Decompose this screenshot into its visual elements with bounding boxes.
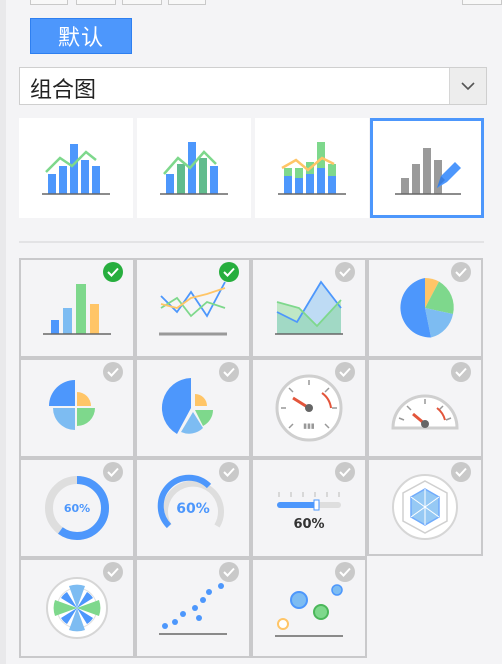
chart-type-line[interactable] — [135, 258, 251, 358]
check-icon — [219, 262, 239, 282]
check-icon — [219, 562, 239, 582]
custom-combo-edit-icon — [395, 148, 461, 195]
chart-type-polar[interactable] — [19, 558, 135, 658]
check-icon — [103, 262, 123, 282]
chart-type-select[interactable]: 组合图 — [19, 67, 487, 105]
default-button[interactable]: 默认 — [30, 18, 132, 54]
check-icon — [335, 262, 355, 282]
chart-type-pie[interactable] — [367, 258, 483, 358]
check-icon — [335, 562, 355, 582]
arc-progress-label: 60% — [176, 501, 210, 517]
check-icon — [451, 362, 471, 382]
chart-type-bar[interactable] — [19, 258, 135, 358]
toolbar-fragment[interactable] — [168, 0, 206, 5]
chart-type-rose[interactable] — [19, 358, 135, 458]
subtype-stacked-bar-line-combo[interactable] — [137, 118, 251, 218]
bar-line-combo-icon — [42, 144, 110, 195]
arc-progress-icon: 60% — [157, 474, 224, 529]
check-icon — [103, 562, 123, 582]
slider-progress-icon: 60% — [277, 492, 341, 532]
stacked-bar-line-combo-icon — [160, 142, 228, 195]
check-icon — [335, 362, 355, 382]
top-toolbar-fragments — [0, 0, 502, 6]
pie-chart-icon — [400, 278, 454, 338]
combo-subtype-row — [19, 118, 487, 218]
check-icon — [103, 362, 123, 382]
chart-type-select-value: 组合图 — [30, 78, 97, 103]
bar-chart-icon — [43, 284, 111, 335]
chart-type-bubble[interactable] — [251, 558, 367, 658]
ring-progress-icon: 60% — [45, 476, 109, 540]
subtype-stacked-multi-bar-line-combo[interactable] — [255, 118, 369, 218]
check-icon — [103, 462, 123, 482]
check-icon — [219, 362, 239, 382]
left-edge — [0, 0, 6, 664]
stacked-multi-bar-line-combo-icon — [278, 142, 346, 195]
chart-type-rose-exploded[interactable] — [135, 358, 251, 458]
check-icon — [219, 462, 239, 482]
polar-chart-icon — [46, 577, 108, 639]
toolbar-fragment[interactable] — [76, 0, 116, 5]
chart-type-ring-progress[interactable]: 60% — [19, 458, 135, 558]
check-icon — [451, 462, 471, 482]
chart-type-arc-progress[interactable]: 60% — [135, 458, 251, 558]
subtype-bar-line-combo[interactable] — [19, 118, 133, 218]
subtype-custom-combo[interactable] — [370, 118, 484, 218]
bubble-chart-icon — [275, 584, 343, 637]
chevron-down-icon[interactable] — [449, 68, 486, 104]
section-divider — [19, 241, 484, 243]
chart-type-radar[interactable] — [367, 458, 483, 556]
area-chart-icon — [275, 280, 343, 335]
check-icon — [451, 262, 471, 282]
toolbar-fragment[interactable] — [122, 0, 162, 5]
chart-type-area[interactable] — [251, 258, 367, 358]
exploded-pie-chart-icon — [161, 378, 213, 434]
half-gauge-icon — [391, 394, 459, 430]
scatter-chart-icon — [159, 583, 227, 635]
line-chart-icon — [159, 281, 227, 336]
chart-type-scatter[interactable] — [135, 558, 251, 658]
svg-text:▮▮▮: ▮▮▮ — [303, 422, 315, 430]
rose-chart-icon — [49, 380, 95, 430]
toolbar-fragment[interactable] — [30, 0, 68, 5]
chart-type-slider-progress[interactable]: 60% — [251, 458, 367, 558]
ring-progress-label: 60% — [64, 502, 90, 515]
slider-progress-label: 60% — [293, 517, 324, 532]
toolbar-fragment[interactable] — [462, 0, 502, 5]
gauge-icon: ▮▮▮ — [275, 374, 343, 442]
chart-type-half-gauge[interactable] — [367, 358, 483, 458]
check-icon — [335, 462, 355, 482]
chart-type-gauge[interactable]: ▮▮▮ — [251, 358, 367, 458]
